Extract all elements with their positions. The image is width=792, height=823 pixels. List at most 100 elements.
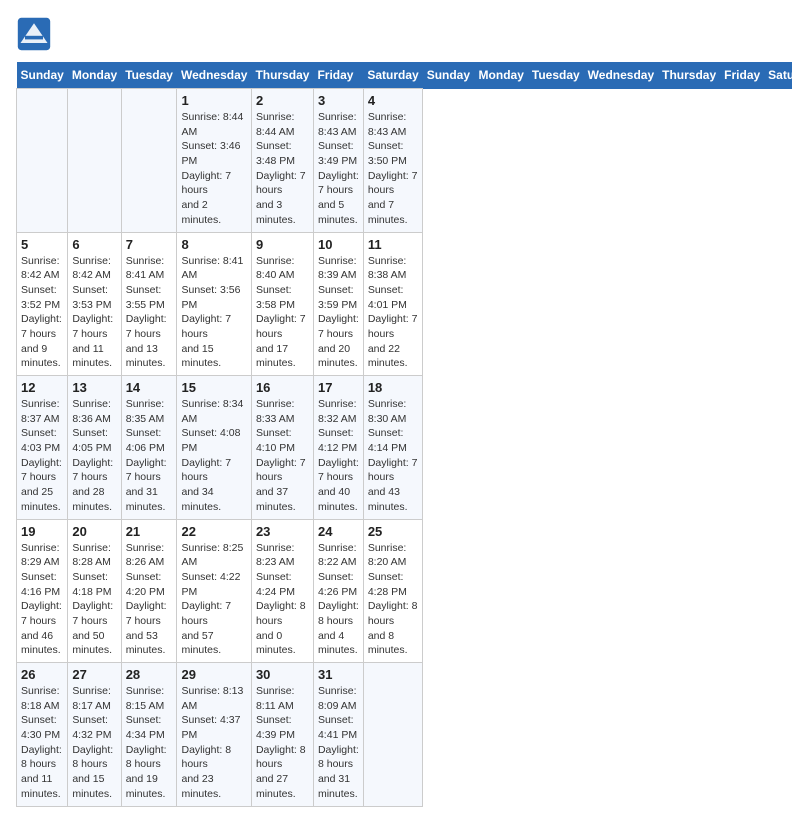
- day-number: 18: [368, 380, 418, 395]
- day-info: Sunrise: 8:11 AM Sunset: 4:39 PM Dayligh…: [256, 684, 309, 802]
- day-number: 9: [256, 237, 309, 252]
- calendar-cell-5-7: [363, 663, 422, 807]
- day-number: 7: [126, 237, 173, 252]
- day-info: Sunrise: 8:38 AM Sunset: 4:01 PM Dayligh…: [368, 254, 418, 372]
- calendar-week-3: 12 Sunrise: 8:37 AM Sunset: 4:03 PM Dayli…: [17, 376, 792, 520]
- header-sunday: Sunday: [423, 62, 475, 89]
- day-number: 31: [318, 667, 359, 682]
- calendar-cell-2-7: 11Sunrise: 8:38 AM Sunset: 4:01 PM Dayli…: [363, 232, 422, 376]
- day-number: 27: [72, 667, 116, 682]
- calendar-cell-1-6: 3 Sunrise: 8:43 AM Sunset: 3:49 PM Daylig…: [313, 89, 363, 233]
- calendar-cell-4-3: 21 Sunrise: 8:26 AM Sunset: 4:20 PM Dayli…: [121, 519, 177, 663]
- calendar-cell-2-5: 9 Sunrise: 8:40 AM Sunset: 3:58 PM Daylig…: [251, 232, 313, 376]
- day-number: 26: [21, 667, 63, 682]
- day-number: 14: [126, 380, 173, 395]
- calendar-cell-4-6: 24Sunrise: 8:22 AM Sunset: 4:26 PM Dayli…: [313, 519, 363, 663]
- day-info: Sunrise: 8:23 AM Sunset: 4:24 PM Dayligh…: [256, 541, 309, 659]
- day-info: Sunrise: 8:43 AM Sunset: 3:49 PM Dayligh…: [318, 110, 359, 228]
- header-saturday: Saturday: [764, 62, 792, 89]
- day-number: 23: [256, 524, 309, 539]
- day-number: 4: [368, 93, 418, 108]
- day-info: Sunrise: 8:34 AM Sunset: 4:08 PM Dayligh…: [181, 397, 246, 515]
- day-info: Sunrise: 8:44 AM Sunset: 3:48 PM Dayligh…: [256, 110, 309, 228]
- day-number: 20: [72, 524, 116, 539]
- header-thursday: Thursday: [251, 62, 313, 89]
- day-number: 25: [368, 524, 418, 539]
- calendar-week-1: 1 Sunrise: 8:44 AM Sunset: 3:46 PM Daylig…: [17, 89, 792, 233]
- day-number: 3: [318, 93, 359, 108]
- calendar-cell-3-1: 12 Sunrise: 8:37 AM Sunset: 4:03 PM Dayli…: [17, 376, 68, 520]
- day-info: Sunrise: 8:30 AM Sunset: 4:14 PM Dayligh…: [368, 397, 418, 515]
- day-info: Sunrise: 8:37 AM Sunset: 4:03 PM Dayligh…: [21, 397, 63, 515]
- day-number: 19: [21, 524, 63, 539]
- day-info: Sunrise: 8:09 AM Sunset: 4:41 PM Dayligh…: [318, 684, 359, 802]
- day-info: Sunrise: 8:42 AM Sunset: 3:52 PM Dayligh…: [21, 254, 63, 372]
- day-info: Sunrise: 8:39 AM Sunset: 3:59 PM Dayligh…: [318, 254, 359, 372]
- day-info: Sunrise: 8:15 AM Sunset: 4:34 PM Dayligh…: [126, 684, 173, 802]
- calendar-cell-5-2: 27 Sunrise: 8:17 AM Sunset: 4:32 PM Dayli…: [68, 663, 121, 807]
- day-number: 13: [72, 380, 116, 395]
- calendar-cell-5-1: 26Sunrise: 8:18 AM Sunset: 4:30 PM Dayli…: [17, 663, 68, 807]
- day-info: Sunrise: 8:43 AM Sunset: 3:50 PM Dayligh…: [368, 110, 418, 228]
- calendar-cell-2-4: 8 Sunrise: 8:41 AM Sunset: 3:56 PM Daylig…: [177, 232, 251, 376]
- day-info: Sunrise: 8:28 AM Sunset: 4:18 PM Dayligh…: [72, 541, 116, 659]
- header-tuesday: Tuesday: [528, 62, 584, 89]
- calendar-cell-2-3: 7 Sunrise: 8:41 AM Sunset: 3:55 PM Daylig…: [121, 232, 177, 376]
- day-info: Sunrise: 8:44 AM Sunset: 3:46 PM Dayligh…: [181, 110, 246, 228]
- calendar-cell-3-5: 16 Sunrise: 8:33 AM Sunset: 4:10 PM Dayli…: [251, 376, 313, 520]
- calendar-cell-3-3: 14 Sunrise: 8:35 AM Sunset: 4:06 PM Dayli…: [121, 376, 177, 520]
- day-number: 17: [318, 380, 359, 395]
- day-number: 12: [21, 380, 63, 395]
- day-number: 6: [72, 237, 116, 252]
- header-wednesday: Wednesday: [177, 62, 251, 89]
- day-info: Sunrise: 8:26 AM Sunset: 4:20 PM Dayligh…: [126, 541, 173, 659]
- header-monday: Monday: [68, 62, 121, 89]
- day-number: 28: [126, 667, 173, 682]
- logo-icon: [16, 16, 52, 52]
- logo: [16, 16, 56, 52]
- header-friday: Friday: [313, 62, 363, 89]
- day-info: Sunrise: 8:29 AM Sunset: 4:16 PM Dayligh…: [21, 541, 63, 659]
- header-saturday: Saturday: [363, 62, 422, 89]
- calendar-cell-1-3: [121, 89, 177, 233]
- day-info: Sunrise: 8:33 AM Sunset: 4:10 PM Dayligh…: [256, 397, 309, 515]
- day-number: 2: [256, 93, 309, 108]
- day-info: Sunrise: 8:17 AM Sunset: 4:32 PM Dayligh…: [72, 684, 116, 802]
- calendar-cell-1-4: 1 Sunrise: 8:44 AM Sunset: 3:46 PM Daylig…: [177, 89, 251, 233]
- calendar-cell-4-5: 23 Sunrise: 8:23 AM Sunset: 4:24 PM Dayli…: [251, 519, 313, 663]
- header-sunday: Sunday: [17, 62, 68, 89]
- calendar-cell-4-7: 25 Sunrise: 8:20 AM Sunset: 4:28 PM Dayli…: [363, 519, 422, 663]
- day-number: 16: [256, 380, 309, 395]
- calendar-cell-4-4: 22Sunrise: 8:25 AM Sunset: 4:22 PM Dayli…: [177, 519, 251, 663]
- calendar-week-4: 19 Sunrise: 8:29 AM Sunset: 4:16 PM Dayli…: [17, 519, 792, 663]
- calendar-cell-1-2: [68, 89, 121, 233]
- calendar-cell-3-7: 18 Sunrise: 8:30 AM Sunset: 4:14 PM Dayli…: [363, 376, 422, 520]
- header-wednesday: Wednesday: [584, 62, 658, 89]
- calendar-cell-2-2: 6 Sunrise: 8:42 AM Sunset: 3:53 PM Daylig…: [68, 232, 121, 376]
- calendar-cell-5-3: 28 Sunrise: 8:15 AM Sunset: 4:34 PM Dayli…: [121, 663, 177, 807]
- calendar-cell-2-1: 5 Sunrise: 8:42 AM Sunset: 3:52 PM Daylig…: [17, 232, 68, 376]
- calendar-cell-3-2: 13Sunrise: 8:36 AM Sunset: 4:05 PM Dayli…: [68, 376, 121, 520]
- calendar-header-row: SundayMondayTuesdayWednesdayThursdayFrid…: [17, 62, 792, 89]
- day-number: 5: [21, 237, 63, 252]
- day-number: 15: [181, 380, 246, 395]
- header-friday: Friday: [720, 62, 764, 89]
- day-number: 21: [126, 524, 173, 539]
- calendar-cell-5-5: 30Sunrise: 8:11 AM Sunset: 4:39 PM Dayli…: [251, 663, 313, 807]
- calendar-cell-5-4: 29Sunrise: 8:13 AM Sunset: 4:37 PM Dayli…: [177, 663, 251, 807]
- header-thursday: Thursday: [658, 62, 720, 89]
- calendar-cell-4-1: 19 Sunrise: 8:29 AM Sunset: 4:16 PM Dayli…: [17, 519, 68, 663]
- day-info: Sunrise: 8:42 AM Sunset: 3:53 PM Dayligh…: [72, 254, 116, 372]
- day-info: Sunrise: 8:40 AM Sunset: 3:58 PM Dayligh…: [256, 254, 309, 372]
- calendar-cell-5-6: 31 Sunrise: 8:09 AM Sunset: 4:41 PM Dayli…: [313, 663, 363, 807]
- day-info: Sunrise: 8:35 AM Sunset: 4:06 PM Dayligh…: [126, 397, 173, 515]
- page-header: [16, 16, 776, 52]
- calendar-week-5: 26Sunrise: 8:18 AM Sunset: 4:30 PM Dayli…: [17, 663, 792, 807]
- day-info: Sunrise: 8:41 AM Sunset: 3:56 PM Dayligh…: [181, 254, 246, 372]
- day-info: Sunrise: 8:41 AM Sunset: 3:55 PM Dayligh…: [126, 254, 173, 372]
- day-number: 8: [181, 237, 246, 252]
- day-number: 1: [181, 93, 246, 108]
- calendar-cell-3-6: 17Sunrise: 8:32 AM Sunset: 4:12 PM Dayli…: [313, 376, 363, 520]
- calendar-week-2: 5 Sunrise: 8:42 AM Sunset: 3:52 PM Daylig…: [17, 232, 792, 376]
- day-info: Sunrise: 8:20 AM Sunset: 4:28 PM Dayligh…: [368, 541, 418, 659]
